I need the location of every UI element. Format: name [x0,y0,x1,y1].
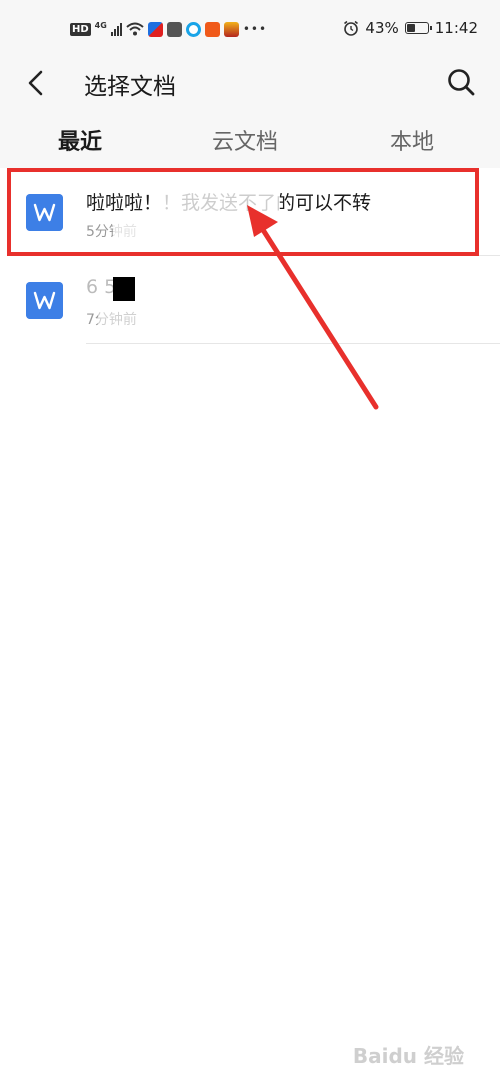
annotation-arrow [247,205,379,410]
watermark: Baidu 经验 [352,1044,464,1068]
